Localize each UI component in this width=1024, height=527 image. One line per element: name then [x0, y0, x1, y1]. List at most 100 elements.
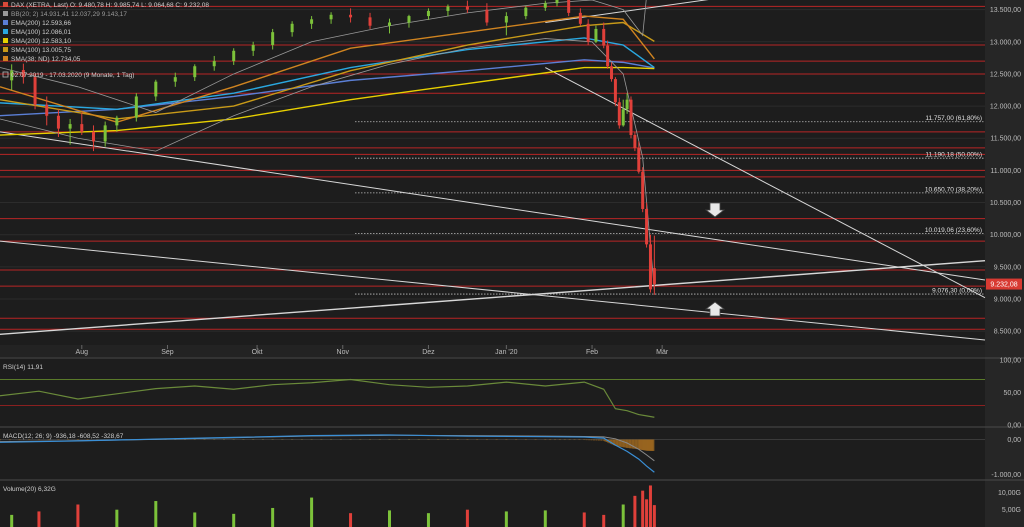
ema100-swatch	[3, 29, 8, 34]
volume-bar	[645, 499, 649, 527]
candle-body	[633, 135, 637, 148]
chart-background	[0, 0, 1024, 527]
macd-histogram-bar	[369, 439, 372, 440]
macd-histogram-bar	[359, 439, 362, 440]
candle-body	[629, 99, 633, 136]
volume-bar	[271, 507, 275, 527]
macd-histogram-bar	[242, 439, 245, 440]
candle-body	[134, 96, 138, 118]
macd-histogram-bar	[407, 439, 410, 440]
time-axis-background	[0, 345, 985, 357]
candle-body	[617, 102, 621, 126]
candle-body	[641, 171, 645, 209]
volume-bar	[76, 504, 80, 527]
macd-histogram-bar	[558, 439, 561, 441]
volume-bar	[154, 501, 158, 527]
volume-bar	[465, 509, 469, 527]
legend-ema100: EMA(100) 12.086,01	[11, 29, 71, 36]
sma100-swatch	[3, 47, 8, 52]
macd-histogram-bar	[578, 439, 581, 441]
macd-histogram-bar	[281, 439, 284, 440]
fibonacci-label: 9.076,30 (0,00%)	[932, 288, 982, 295]
candle-body	[586, 23, 590, 42]
bb-swatch	[3, 11, 8, 16]
macd-histogram-bar	[349, 439, 352, 440]
candle-body	[154, 81, 158, 97]
volume-bar	[602, 514, 606, 527]
legend-ema200: EMA(200) 12.593,66	[11, 20, 71, 27]
macd-histogram-bar	[261, 439, 264, 440]
legend-range: 02.07.2019 - 17.03.2020 (9 Monate, 1 Tag…	[11, 72, 134, 79]
candle-body	[504, 16, 508, 23]
candle-body	[45, 104, 49, 116]
volume-bar	[349, 513, 353, 527]
volume-bar	[37, 511, 41, 527]
candle-body	[91, 131, 95, 142]
macd-histogram-bar	[597, 439, 600, 441]
macd-histogram-bar	[505, 439, 508, 441]
volume-bar	[641, 490, 645, 527]
volume-header: Volume(20) 6,32G	[3, 486, 56, 493]
candle-body	[578, 12, 582, 24]
candle-body	[613, 79, 617, 103]
candle-body	[602, 28, 606, 46]
candle-body	[485, 9, 489, 23]
candle-body	[368, 17, 372, 26]
macd-histogram-bar	[595, 439, 598, 441]
macd-histogram-bar	[583, 439, 586, 441]
candle-body	[648, 244, 652, 290]
candle-body	[329, 14, 333, 20]
time-tick-label: Aug	[76, 349, 89, 356]
macd-histogram-bar	[252, 439, 255, 440]
macd-histogram-bar	[339, 439, 342, 440]
time-tick-label: Feb	[586, 349, 598, 356]
volume-bar	[310, 497, 314, 527]
macd-histogram-bar	[524, 439, 527, 441]
candle-body	[349, 14, 353, 18]
macd-histogram-bar	[549, 439, 552, 441]
legend-sma100: SMA(100) 13.005,75	[11, 47, 71, 54]
macd-histogram-bar	[652, 439, 655, 451]
rsi-tick-label: 0,00	[1007, 423, 1021, 430]
candle-body	[271, 32, 275, 46]
macd-histogram-bar	[544, 439, 547, 441]
macd-histogram-bar	[476, 439, 479, 441]
candle-body	[555, 0, 559, 4]
fibonacci-label: 10.019,06 (23,60%)	[925, 227, 982, 234]
macd-histogram-bar	[495, 439, 498, 441]
macd-histogram-bar	[466, 439, 469, 441]
macd-histogram-bar	[203, 439, 206, 440]
candle-body	[68, 124, 72, 129]
macd-histogram-bar	[592, 439, 595, 441]
volume-bar	[633, 495, 637, 527]
fibonacci-label: 11.190,18 (50,00%)	[925, 152, 982, 159]
price-tick-label: 11.000,00	[990, 168, 1021, 175]
candle-body	[388, 22, 392, 26]
macd-histogram-bar	[563, 439, 566, 441]
macd-histogram-bar	[320, 439, 323, 440]
volume-bar	[115, 509, 119, 527]
macd-histogram-bar	[590, 439, 593, 441]
price-tick-label: 13.500,00	[990, 7, 1021, 14]
macd-histogram-bar	[456, 439, 459, 440]
volume-bar	[504, 511, 508, 527]
volume-bar	[232, 513, 236, 527]
rsi-header: RSI(14) 11,91	[3, 364, 43, 371]
macd-histogram-bar	[427, 439, 430, 440]
candle-body	[173, 77, 177, 82]
candle-body	[446, 6, 450, 11]
last-price-tag: 9.232,08	[986, 278, 1022, 290]
macd-tick-label: -1.000,00	[991, 472, 1021, 479]
macd-histogram-bar	[300, 439, 303, 440]
candle-body	[56, 115, 60, 129]
price-tick-label: 12.000,00	[990, 104, 1021, 111]
candle-body	[80, 124, 84, 132]
price-tick-label: 8.500,00	[994, 329, 1021, 336]
candle-body	[310, 19, 314, 24]
volume-bar	[388, 510, 392, 527]
candle-body	[594, 28, 598, 42]
macd-histogram-bar	[573, 439, 576, 441]
macd-histogram-bar	[398, 439, 401, 440]
macd-histogram-bar	[271, 439, 274, 440]
candle-body	[543, 3, 547, 8]
